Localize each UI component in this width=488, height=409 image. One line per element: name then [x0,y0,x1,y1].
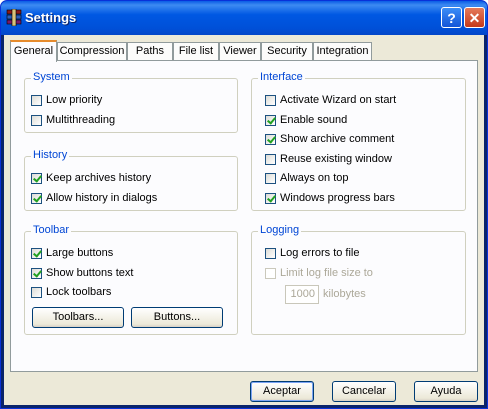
checkbox-box [265,94,276,106]
checkbox-label: Windows progress bars [280,192,395,204]
tab-paths[interactable]: Paths [127,42,173,60]
low-priority-checkbox[interactable]: Low priority [31,92,102,108]
reuse-existing-window-checkbox[interactable]: Reuse existing window [265,151,392,167]
tab-viewer[interactable]: Viewer [219,42,261,60]
log-errors-checkbox[interactable]: Log errors to file [265,245,359,261]
allow-history-in-dialogs-checkbox[interactable]: Allow history in dialogs [31,190,157,206]
large-buttons-checkbox[interactable]: Large buttons [31,245,113,261]
checkbox-box [31,172,42,184]
checkbox-label: Reuse existing window [280,153,392,165]
size-unit-label: kilobytes [323,288,366,300]
checkbox-label: Show archive comment [280,133,395,145]
toolbars-button[interactable]: Toolbars... [32,307,124,328]
multithreading-checkbox[interactable]: Multithreading [31,112,115,128]
tab-security[interactable]: Security [261,42,313,60]
tab-compression[interactable]: Compression [57,42,127,60]
checkbox-label: Keep archives history [46,172,152,184]
always-on-top-checkbox[interactable]: Always on top [265,170,348,186]
interface-group-label: Interface [258,71,305,83]
system-group-label: System [31,71,72,83]
tab-general[interactable]: General [10,40,57,62]
tab-file-list[interactable]: File list [173,42,219,60]
system-group: System Low priority Multithreading [24,71,238,133]
title-bar[interactable]: Settings ? ✕ [1,1,487,35]
logging-group-label: Logging [258,224,302,236]
checkbox-box [265,267,276,279]
log-size-input[interactable]: 1000 [285,285,319,304]
help-button[interactable]: Ayuda [414,381,478,402]
tab-integration[interactable]: Integration [313,42,372,60]
show-buttons-text-checkbox[interactable]: Show buttons text [31,265,133,281]
logging-group: Logging Log errors to file Limit log fil… [251,224,466,335]
checkbox-box [265,153,276,165]
toolbar-group-label: Toolbar [31,224,72,236]
buttons-button[interactable]: Buttons... [131,307,223,328]
activate-wizard-checkbox[interactable]: Activate Wizard on start [265,92,396,108]
checkbox-label: Log errors to file [280,247,360,259]
interface-group: Interface Activate Wizard on start Enabl… [251,71,466,211]
lock-toolbars-checkbox[interactable]: Lock toolbars [31,284,111,300]
windows-progress-bars-checkbox[interactable]: Windows progress bars [265,190,395,206]
winrar-app-icon [6,9,22,26]
checkbox-label: Allow history in dialogs [46,192,158,204]
limit-log-size-checkbox[interactable]: Limit log file size to [265,265,373,281]
dialog-client: General Compression Paths File list View… [4,35,484,405]
general-tab-panel: System Low priority Multithreading Histo… [10,60,478,372]
help-title-button[interactable]: ? [441,7,462,28]
history-group: History Keep archives history Allow hist… [24,149,238,211]
toolbar-group: Toolbar Large buttons Show buttons text … [24,224,238,335]
checkbox-box [31,114,42,126]
checkbox-box [265,247,276,259]
keep-archives-history-checkbox[interactable]: Keep archives history [31,170,151,186]
checkbox-label: Large buttons [46,247,114,259]
history-group-label: History [31,149,70,161]
checkbox-label: Show buttons text [46,267,134,279]
settings-window: Settings ? ✕ General Compression Paths F… [0,0,488,409]
checkbox-box [31,247,42,259]
checkbox-box [265,192,276,204]
checkbox-box [265,114,276,126]
checkbox-box [31,286,42,298]
checkbox-label: Lock toolbars [46,286,112,298]
ok-button[interactable]: Aceptar [250,381,314,402]
window-title: Settings [25,10,77,25]
enable-sound-checkbox[interactable]: Enable sound [265,112,347,128]
show-archive-comment-checkbox[interactable]: Show archive comment [265,131,394,147]
checkbox-box [31,192,42,204]
checkbox-box [265,133,276,145]
cancel-button[interactable]: Cancelar [332,381,396,402]
checkbox-box [31,267,42,279]
close-title-button[interactable]: ✕ [464,7,485,28]
checkbox-label: Always on top [280,172,349,184]
checkbox-label: Multithreading [46,114,116,126]
checkbox-box [31,94,42,106]
checkbox-label: Low priority [46,94,103,106]
checkbox-box [265,172,276,184]
checkbox-label: Activate Wizard on start [280,94,397,106]
checkbox-label: Enable sound [280,114,348,126]
checkbox-label: Limit log file size to [280,267,373,279]
